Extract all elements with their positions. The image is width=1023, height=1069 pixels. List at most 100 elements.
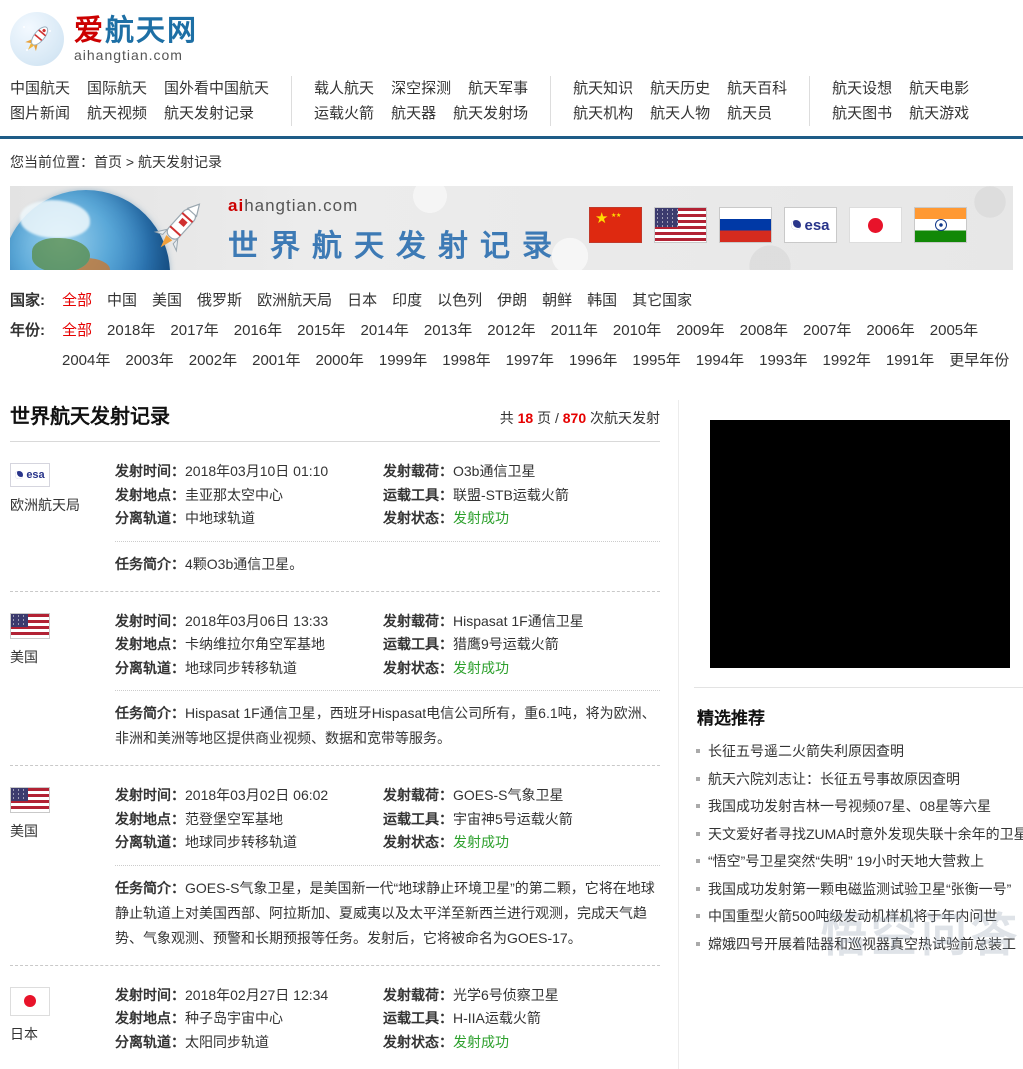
status-success: 发射成功 (453, 660, 509, 676)
country-filter-link[interactable]: 印度 (392, 286, 422, 316)
year-filter-link[interactable]: 1995年 (632, 346, 680, 376)
year-filter-link[interactable]: 1993年 (759, 346, 807, 376)
flag-japan-icon (10, 987, 50, 1016)
nav-link[interactable]: 航天历史 (650, 76, 710, 101)
nav-link[interactable]: 航天电影 (909, 76, 969, 101)
launch-site: 发射地点：卡纳维拉尔角空军基地 (115, 634, 383, 658)
nav-link[interactable]: 中国航天 (10, 76, 70, 101)
main-content: 世界航天发射记录 共 18 页 / 870 次航天发射 esa 欧洲航天局 发射… (10, 400, 1023, 1069)
nav-link[interactable]: 航天军事 (468, 76, 528, 101)
year-filter-link[interactable]: 2018年 (107, 316, 155, 346)
banner-flags: esa (589, 207, 967, 243)
launch-site: 发射地点：圭亚那太空中心 (115, 485, 383, 509)
nav-link[interactable]: 运载火箭 (314, 101, 374, 126)
nav-link[interactable]: 深空探测 (391, 76, 451, 101)
country-filter-link[interactable]: 以色列 (437, 286, 482, 316)
site-logo[interactable]: 爱航天网 aihangtian.com (10, 8, 1013, 70)
year-filter-link[interactable]: 2001年 (252, 346, 300, 376)
nav-link[interactable]: 航天游戏 (909, 101, 969, 126)
year-filter-link[interactable]: 2005年 (930, 316, 978, 346)
year-filter-link[interactable]: 2008年 (740, 316, 788, 346)
country-filter-link[interactable]: 欧洲航天局 (257, 286, 332, 316)
nav-link[interactable]: 载人航天 (314, 76, 374, 101)
nav-link[interactable]: 航天百科 (727, 76, 787, 101)
recommend-link[interactable]: 中国重型火箭500吨级发动机样机将于年内问世 (708, 908, 997, 924)
year-filter-link[interactable]: 1994年 (696, 346, 744, 376)
year-filter-link[interactable]: 2003年 (125, 346, 173, 376)
nav-link[interactable]: 航天人物 (650, 101, 710, 126)
country-filter-link[interactable]: 俄罗斯 (197, 286, 242, 316)
recommend-item: 我国成功发射吉林一号视频07星、08星等六星 (694, 793, 1023, 821)
year-filter-link[interactable]: 1997年 (506, 346, 554, 376)
year-filter-link[interactable]: 2009年 (676, 316, 724, 346)
nav-link[interactable]: 国际航天 (87, 76, 147, 101)
recommend-item: 我国成功发射第一颗电磁监测试验卫星“张衡一号” (694, 876, 1023, 904)
recommend-link[interactable]: 长征五号遥二火箭失利原因查明 (708, 743, 904, 759)
sidebar-divider (694, 687, 1023, 688)
nav-link[interactable]: 航天知识 (573, 76, 633, 101)
recommend-link[interactable]: 天文爱好者寻找ZUMA时意外发现失联十余年的卫星 (708, 826, 1023, 842)
year-filter-link[interactable]: 2016年 (234, 316, 282, 346)
recommend-link[interactable]: 我国成功发射吉林一号视频07星、08星等六星 (708, 798, 991, 814)
year-filter-link[interactable]: 2011年 (551, 316, 598, 346)
year-filter-link[interactable]: 2013年 (424, 316, 472, 346)
country-filter-link[interactable]: 日本 (347, 286, 377, 316)
launch-vehicle: 运载工具：宇宙神5号运载火箭 (383, 809, 660, 833)
year-filter-link[interactable]: 2006年 (866, 316, 914, 346)
country-filter-link[interactable]: 其它国家 (632, 286, 692, 316)
year-filter-link[interactable]: 更早年份 (949, 346, 1009, 376)
year-filter-link[interactable]: 1996年 (569, 346, 617, 376)
year-filter-link[interactable]: 1999年 (379, 346, 427, 376)
record-country: 日本 (10, 1024, 115, 1044)
nav-link[interactable]: 航天视频 (87, 101, 147, 126)
recommend-link[interactable]: “悟空”号卫星突然“失明” 19小时天地大营救上 (708, 853, 984, 869)
flag-usa-icon (654, 207, 707, 243)
main-nav: 中国航天国际航天国外看中国航天 图片新闻航天视频航天发射记录 载人航天深空探测航… (10, 76, 1013, 136)
year-filter-link[interactable]: 2015年 (297, 316, 345, 346)
year-filter-link[interactable]: 2010年 (613, 316, 661, 346)
country-filter-link[interactable]: 韩国 (587, 286, 617, 316)
year-filter-link[interactable]: 2017年 (170, 316, 218, 346)
year-filter-row: 年份: 全部 2018年2017年2016年2015年2014年2013年201… (10, 316, 1013, 346)
recommend-link[interactable]: 航天六院刘志让：长征五号事故原因查明 (708, 771, 960, 787)
status-success: 发射成功 (453, 510, 509, 526)
year-filter-link[interactable]: 2014年 (361, 316, 409, 346)
flag-esa-icon: esa (784, 207, 837, 243)
nav-link[interactable]: 航天机构 (573, 101, 633, 126)
nav-group-news: 中国航天国际航天国外看中国航天 图片新闻航天视频航天发射记录 (10, 76, 292, 126)
video-placeholder[interactable] (710, 420, 1010, 668)
page-count: 18 (518, 410, 534, 426)
breadcrumb: 您当前位置：首页 > 航天发射记录 (0, 139, 1023, 184)
recommend-link[interactable]: 嫦娥四号开展着陆器和巡视器真空热试验前总装工 (708, 936, 1016, 952)
site-domain: aihangtian.com (74, 47, 198, 63)
nav-link[interactable]: 航天图书 (832, 101, 892, 126)
country-filter-link[interactable]: 伊朗 (497, 286, 527, 316)
year-filter-link[interactable]: 2012年 (487, 316, 535, 346)
nav-link[interactable]: 国外看中国航天 (164, 76, 269, 101)
country-filter-link[interactable]: 中国 (107, 286, 137, 316)
nav-link[interactable]: 航天发射记录 (164, 101, 254, 126)
year-filter-all[interactable]: 全部 (62, 316, 92, 346)
launch-payload: 发射载荷：O3b通信卫星 (383, 461, 660, 485)
year-filter-link[interactable]: 1992年 (823, 346, 871, 376)
flag-esa-icon: esa (10, 463, 50, 487)
year-filter-link[interactable]: 2002年 (189, 346, 237, 376)
nav-link[interactable]: 航天员 (727, 101, 772, 126)
year-filter-link[interactable]: 1991年 (886, 346, 934, 376)
year-filter-link[interactable]: 1998年 (442, 346, 490, 376)
country-filter-all[interactable]: 全部 (62, 286, 92, 316)
year-filter-link[interactable]: 2007年 (803, 316, 851, 346)
nav-link[interactable]: 航天器 (391, 101, 436, 126)
breadcrumb-home-link[interactable]: 首页 (94, 154, 122, 170)
nav-link[interactable]: 航天设想 (832, 76, 892, 101)
nav-link[interactable]: 航天发射场 (453, 101, 528, 126)
year-filter-link[interactable]: 2000年 (316, 346, 364, 376)
record-info: 发射时间：2018年03月10日 01:10 发射地点：圭亚那太空中心 分离轨道… (115, 461, 660, 577)
country-filter-link[interactable]: 朝鲜 (542, 286, 572, 316)
country-filter-link[interactable]: 美国 (152, 286, 182, 316)
launch-orbit: 分离轨道：地球同步转移轨道 (115, 832, 383, 856)
nav-link[interactable]: 图片新闻 (10, 101, 70, 126)
recommend-link[interactable]: 我国成功发射第一颗电磁监测试验卫星“张衡一号” (708, 881, 1011, 897)
banner-rocket-icon (138, 188, 218, 270)
year-filter-link[interactable]: 2004年 (62, 346, 110, 376)
